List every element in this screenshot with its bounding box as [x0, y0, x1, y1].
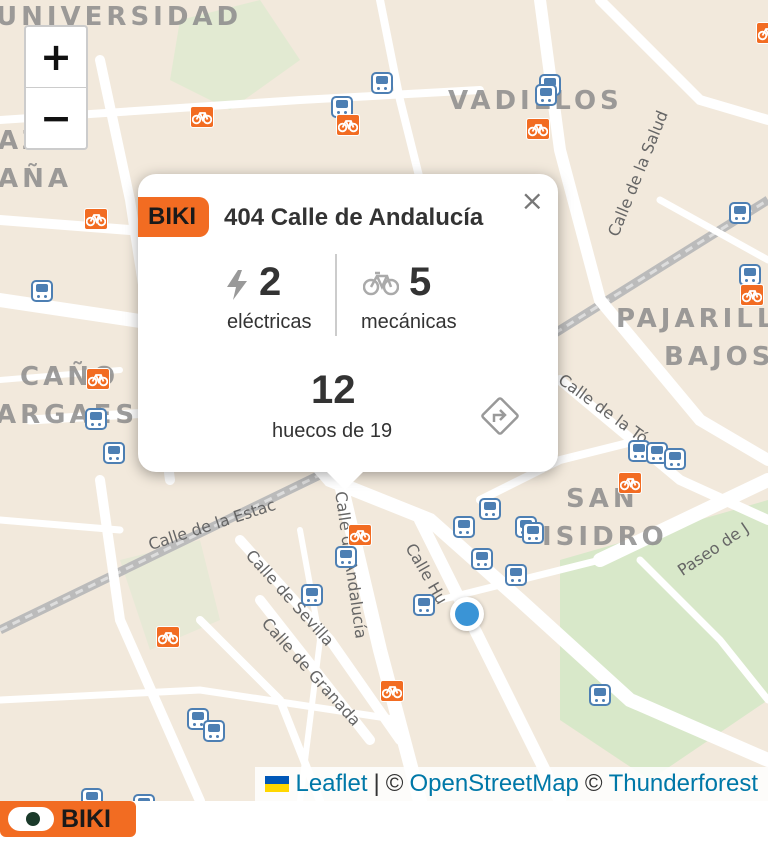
area-label-isidro: ISIDRO: [542, 522, 668, 552]
bicycle-icon: [742, 290, 762, 303]
leaflet-link[interactable]: Leaflet: [295, 770, 367, 798]
bicycle-icon: [382, 686, 402, 699]
thunderforest-copyright: ©: [584, 770, 603, 797]
bus-stop-marker[interactable]: [505, 564, 527, 586]
user-location-marker[interactable]: [450, 597, 484, 631]
bicycle-icon: [86, 214, 106, 227]
thunderforest-link[interactable]: Thunderforest: [609, 770, 758, 798]
bus-stop-marker[interactable]: [371, 72, 393, 94]
bike-station-marker[interactable]: [756, 22, 768, 44]
attribution-separator: |: [373, 770, 380, 797]
bike-station-marker[interactable]: [190, 106, 214, 128]
bike-station-marker[interactable]: [740, 284, 764, 306]
close-button[interactable]: ×: [521, 184, 544, 217]
toggle-knob: [26, 812, 40, 826]
area-label-argaes: ARGAES: [0, 400, 139, 430]
bolt-icon: [227, 270, 247, 300]
bus-stop-marker[interactable]: [589, 684, 611, 706]
free-docks-count: 12: [311, 368, 356, 412]
bus-stop-marker[interactable]: [81, 788, 103, 801]
bus-stop-marker[interactable]: [664, 448, 686, 470]
bicycle-icon: [758, 28, 768, 41]
bus-stop-marker[interactable]: [103, 442, 125, 464]
bike-station-marker[interactable]: [618, 472, 642, 494]
bicycle-icon: [528, 124, 548, 137]
bicycle-icon: [363, 271, 399, 296]
bus-stop-marker[interactable]: [471, 548, 493, 570]
bus-stop-marker[interactable]: [203, 720, 225, 742]
bike-station-marker[interactable]: [380, 680, 404, 702]
bus-stop-marker[interactable]: [85, 408, 107, 430]
ukraine-flag-icon: [265, 776, 290, 792]
openstreetmap-link[interactable]: OpenStreetMap: [409, 770, 578, 798]
bus-stop-marker[interactable]: [301, 584, 323, 606]
toggle-switch[interactable]: [8, 807, 54, 831]
osm-copyright: ©: [385, 770, 404, 797]
directions-icon[interactable]: [478, 394, 522, 438]
bus-stop-marker[interactable]: [522, 522, 544, 544]
popup-title: 404 Calle de Andalucía: [224, 204, 484, 231]
bike-station-marker[interactable]: [348, 524, 372, 546]
bus-stop-marker[interactable]: [535, 84, 557, 106]
bicycle-icon: [192, 112, 212, 125]
zoom-in-button[interactable]: +: [26, 27, 86, 88]
toggle-label: BIKI: [61, 805, 111, 833]
bus-stop-marker[interactable]: [335, 546, 357, 568]
bus-stop-marker[interactable]: [453, 516, 475, 538]
location-dot-icon: [455, 602, 479, 626]
bicycle-icon: [158, 632, 178, 645]
zoom-out-button[interactable]: −: [26, 88, 86, 148]
bus-stop-marker[interactable]: [413, 594, 435, 616]
map-canvas[interactable]: UNIVERSIDAD VADILLOS AZA AÑA PAJARILL BA…: [0, 0, 768, 801]
attribution-bar: Leaflet | © OpenStreetMap © Thunderfores…: [255, 767, 768, 801]
bike-station-marker[interactable]: [336, 114, 360, 136]
free-docks-label: huecos de 19: [272, 420, 393, 442]
bike-station-marker[interactable]: [526, 118, 550, 140]
station-popup: BIKI 404 Calle de Andalucía × 2 eléctric…: [138, 174, 558, 490]
bike-station-marker[interactable]: [84, 208, 108, 230]
bus-stop-marker[interactable]: [133, 794, 155, 801]
area-label-ana: AÑA: [0, 164, 73, 194]
bus-stop-marker[interactable]: [31, 280, 53, 302]
bike-station-marker[interactable]: [156, 626, 180, 648]
popup-badge: BIKI: [138, 197, 209, 237]
zoom-control: + −: [24, 25, 88, 150]
bicycle-icon: [88, 374, 108, 387]
bus-stop-marker[interactable]: [739, 264, 761, 286]
bicycle-icon: [338, 120, 358, 133]
area-label-bajos: BAJOS: [664, 342, 768, 372]
area-label-pajarill: PAJARILL: [616, 304, 768, 334]
bicycle-icon: [620, 478, 640, 491]
bike-station-marker[interactable]: [86, 368, 110, 390]
biki-layer-toggle[interactable]: BIKI: [0, 801, 136, 837]
mechanical-label: mecánicas: [361, 311, 457, 333]
electric-label: eléctricas: [227, 311, 312, 333]
mechanical-count: 5: [409, 260, 432, 304]
popup-tip: [325, 470, 365, 490]
electric-count: 2: [259, 260, 282, 304]
stats-divider: [335, 254, 337, 336]
bus-stop-marker[interactable]: [479, 498, 501, 520]
bus-stop-marker[interactable]: [729, 202, 751, 224]
bicycle-icon: [350, 530, 370, 543]
